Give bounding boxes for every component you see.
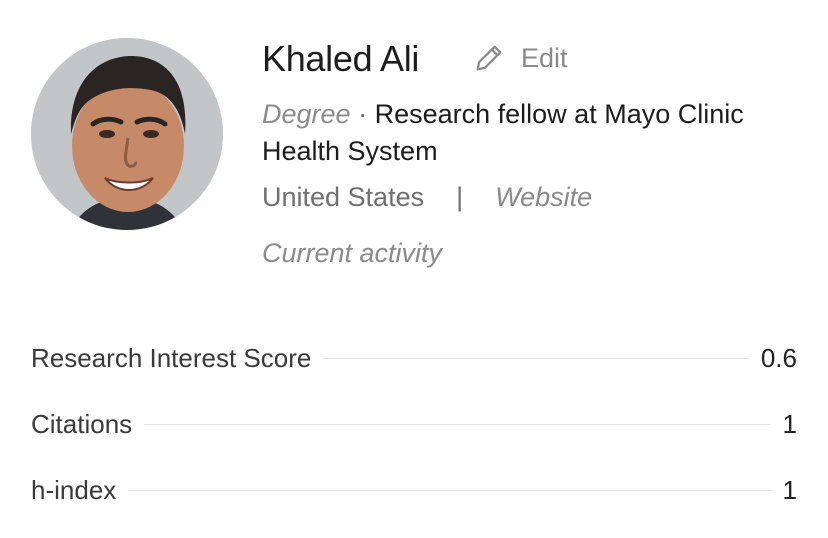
divider [128, 489, 771, 491]
website-link[interactable]: Website [495, 180, 592, 214]
location-text: United States [262, 182, 425, 212]
edit-label: Edit [521, 42, 568, 73]
stat-label: Research Interest Score [31, 342, 312, 373]
divider [323, 357, 749, 359]
profile-headline: Degree · Research fellow at Mayo Clinic … [262, 96, 782, 170]
stat-label: Citations [31, 408, 133, 439]
stat-label: h-index [31, 474, 117, 505]
stat-row-citations[interactable]: Citations 1 [31, 406, 797, 442]
stat-value: 1 [782, 408, 797, 439]
avatar[interactable] [31, 38, 223, 230]
pencil-icon [476, 45, 502, 71]
edit-button[interactable]: Edit [472, 40, 568, 76]
profile-name: Khaled Ali [262, 38, 420, 79]
stat-row-research-interest[interactable]: Research Interest Score 0.6 [31, 340, 797, 376]
headline-separator: · [358, 99, 368, 129]
degree-link[interactable]: Degree [262, 99, 351, 129]
profile-photo-icon [31, 38, 223, 230]
location-separator: | [456, 182, 464, 212]
stat-value: 1 [782, 474, 797, 505]
stat-row-h-index[interactable]: h-index 1 [31, 472, 797, 508]
stats-list: Research Interest Score 0.6 Citations 1 … [31, 340, 797, 538]
stat-value: 0.6 [760, 342, 797, 373]
location-line: United States | Website [262, 180, 592, 214]
current-activity-link[interactable]: Current activity [262, 236, 442, 270]
divider [144, 423, 771, 425]
